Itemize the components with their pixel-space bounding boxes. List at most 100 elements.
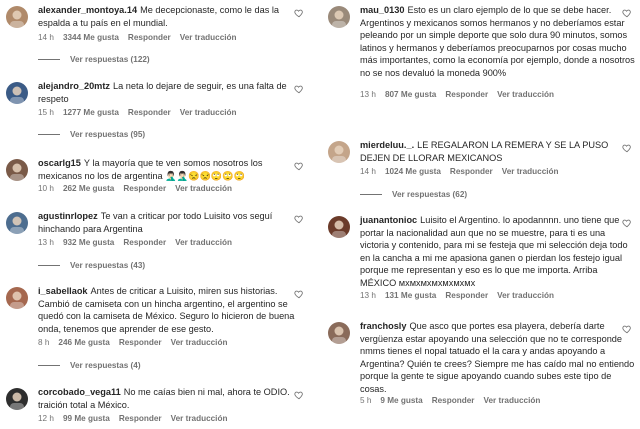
heart-icon[interactable] <box>294 8 304 18</box>
like-count[interactable]: 932 Me gusta <box>63 238 114 247</box>
avatar[interactable] <box>6 159 28 181</box>
heart-icon[interactable] <box>294 84 304 94</box>
like-count[interactable]: 99 Me gusta <box>63 414 110 423</box>
translate-button[interactable]: Ver traducción <box>171 414 228 423</box>
heart-icon[interactable] <box>294 214 304 224</box>
like-count[interactable]: 9 Me gusta <box>380 396 422 405</box>
comment-meta: 10 h 262 Me gusta Responder Ver traducción <box>38 184 241 193</box>
translate-button[interactable]: Ver traducción <box>175 184 232 193</box>
like-count[interactable]: 807 Me gusta <box>385 90 436 99</box>
reply-button[interactable]: Responder <box>445 291 488 300</box>
avatar[interactable] <box>328 216 350 238</box>
comment-item: juanantonioc Luisito el Argentino. lo apo… <box>322 214 640 305</box>
translate-button[interactable]: Ver traducción <box>175 238 232 247</box>
comment-body: alejandro_20mtz La neta lo dejare de segu… <box>38 80 308 105</box>
comment-meta: 13 h 932 Me gusta Responder Ver traducción <box>38 238 241 247</box>
like-count[interactable]: 262 Me gusta <box>63 184 114 193</box>
divider-line <box>38 59 60 60</box>
avatar[interactable] <box>6 388 28 410</box>
reply-button[interactable]: Responder <box>123 184 166 193</box>
comment-username[interactable]: agustinrlopez <box>38 211 98 221</box>
like-count[interactable]: 3344 Me gusta <box>63 33 119 42</box>
avatar[interactable] <box>328 6 350 28</box>
view-replies-label: Ver respuestas (43) <box>70 261 146 270</box>
comment-time: 10 h <box>38 184 54 193</box>
avatar[interactable] <box>6 212 28 234</box>
view-replies-button[interactable]: Ver respuestas (4) <box>38 361 141 370</box>
avatar[interactable] <box>6 6 28 28</box>
comment-username[interactable]: alejandro_20mtz <box>38 81 110 91</box>
comment-item: alejandro_20mtz La neta lo dejare de segu… <box>0 80 312 144</box>
reply-button[interactable]: Responder <box>432 396 475 405</box>
comment-username[interactable]: franchosly <box>360 321 406 331</box>
comment-text: Que asco que portes esa playera, debería… <box>360 321 635 394</box>
heart-icon[interactable] <box>622 143 632 153</box>
reply-button[interactable]: Responder <box>445 90 488 99</box>
translate-button[interactable]: Ver traducción <box>497 90 554 99</box>
comment-username[interactable]: juanantonioc <box>360 215 417 225</box>
reply-button[interactable]: Responder <box>123 238 166 247</box>
comment-time: 13 h <box>360 90 376 99</box>
reply-button[interactable]: Responder <box>128 33 171 42</box>
comment-text-block: corcobado_vega11 No me caías bien ni mal,… <box>38 386 308 411</box>
like-count[interactable]: 246 Me gusta <box>58 338 109 347</box>
divider-line <box>38 134 60 135</box>
translate-button[interactable]: Ver traducción <box>180 33 237 42</box>
divider-line <box>360 194 382 195</box>
comment-item: franchosly Que asco que portes esa player… <box>322 320 640 410</box>
comment-username[interactable]: mierdeluu._. <box>360 140 414 150</box>
view-replies-button[interactable]: Ver respuestas (122) <box>38 55 150 64</box>
comment-time: 13 h <box>360 291 376 300</box>
reply-button[interactable]: Responder <box>119 414 162 423</box>
comment-item: mierdeluu._. LE REGALARON LA REMERA Y SE … <box>322 139 640 204</box>
view-replies-button[interactable]: Ver respuestas (43) <box>38 261 145 270</box>
reply-button[interactable]: Responder <box>128 108 171 117</box>
like-count[interactable]: 1024 Me gusta <box>385 167 441 176</box>
avatar[interactable] <box>6 287 28 309</box>
heart-icon[interactable] <box>294 390 304 400</box>
view-replies-label: Ver respuestas (95) <box>70 130 146 139</box>
translate-button[interactable]: Ver traducción <box>171 338 228 347</box>
comment-meta: 13 h 807 Me gusta Responder Ver traducción <box>360 90 563 99</box>
heart-icon[interactable] <box>622 8 632 18</box>
comment-time: 8 h <box>38 338 50 347</box>
reply-button[interactable]: Responder <box>450 167 493 176</box>
view-replies-button[interactable]: Ver respuestas (95) <box>38 130 145 139</box>
comment-body: agustinrlopez Te van a criticar por todo … <box>38 210 308 235</box>
comment-item: alexander_montoya.14 Me decepcionaste, co… <box>0 4 312 69</box>
comment-item: corcobado_vega11 No me caías bien ni mal,… <box>0 386 312 428</box>
comment-body: alexander_montoya.14 Me decepcionaste, co… <box>38 4 308 29</box>
comment-body: i_sabellaok Antes de criticar a Luisito, … <box>38 285 308 335</box>
comment-username[interactable]: alexander_montoya.14 <box>38 5 137 15</box>
avatar[interactable] <box>328 322 350 344</box>
translate-button[interactable]: Ver traducción <box>180 108 237 117</box>
comment-item: agustinrlopez Te van a criticar por todo … <box>0 210 312 275</box>
avatar[interactable] <box>6 82 28 104</box>
view-replies-label: Ver respuestas (4) <box>70 361 141 370</box>
divider-line <box>38 365 60 366</box>
comment-username[interactable]: corcobado_vega11 <box>38 387 121 397</box>
comment-body: juanantonioc Luisito el Argentino. lo apo… <box>360 214 636 290</box>
avatar[interactable] <box>328 141 350 163</box>
translate-button[interactable]: Ver traducción <box>502 167 559 176</box>
heart-icon[interactable] <box>294 161 304 171</box>
heart-icon[interactable] <box>622 324 632 334</box>
heart-icon[interactable] <box>622 218 632 228</box>
comment-time: 12 h <box>38 414 54 423</box>
view-replies-button[interactable]: Ver respuestas (62) <box>360 190 467 199</box>
translate-button[interactable]: Ver traducción <box>497 291 554 300</box>
comment-username[interactable]: mau_0130 <box>360 5 404 15</box>
reply-button[interactable]: Responder <box>119 338 162 347</box>
translate-button[interactable]: Ver traducción <box>483 396 540 405</box>
comment-text-block: agustinrlopez Te van a criticar por todo … <box>38 210 308 235</box>
comment-username[interactable]: oscarlg15 <box>38 158 81 168</box>
comment-item: mau_0130 Esto es un claro ejemplo de lo q… <box>322 4 640 104</box>
comment-meta: 14 h 3344 Me gusta Responder Ver traducción <box>38 33 246 42</box>
comment-body: corcobado_vega11 No me caías bien ni mal,… <box>38 386 308 411</box>
comment-text-block: franchosly Que asco que portes esa player… <box>360 320 636 396</box>
comment-username[interactable]: i_sabellaok <box>38 286 88 296</box>
comment-time: 14 h <box>38 33 54 42</box>
like-count[interactable]: 1277 Me gusta <box>63 108 119 117</box>
like-count[interactable]: 131 Me gusta <box>385 291 436 300</box>
heart-icon[interactable] <box>294 289 304 299</box>
